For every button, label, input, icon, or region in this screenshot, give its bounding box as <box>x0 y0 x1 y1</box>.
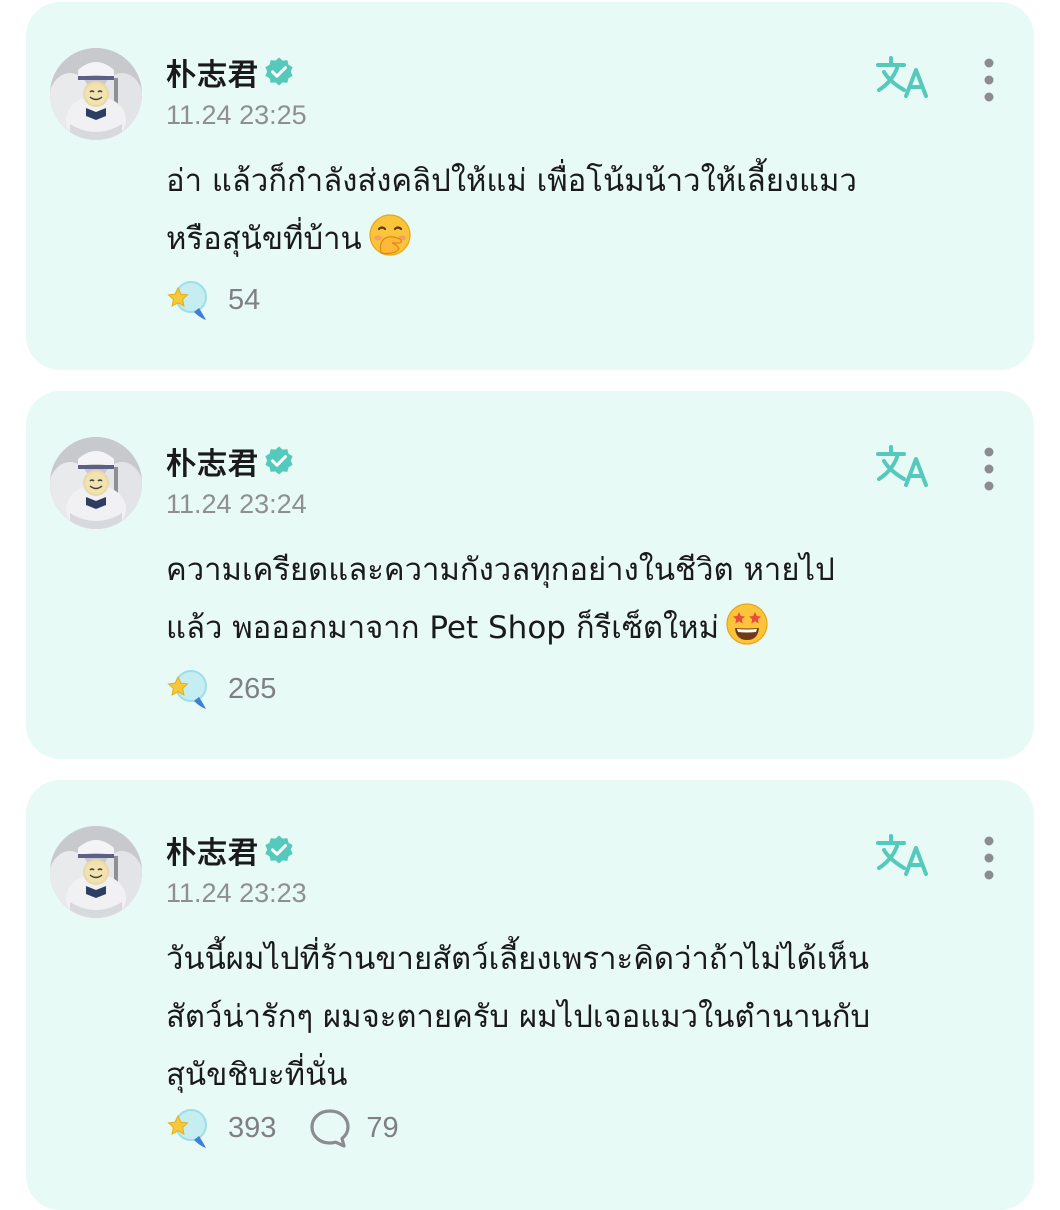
more-vertical-icon <box>976 56 1002 104</box>
post-text-line: วันนี้ผมไปที่ร้านขายสัตว์เลี้ยงเพราะคิดว… <box>166 941 870 977</box>
post-actions: 265 <box>166 667 308 711</box>
comment-bubble-icon <box>308 1106 352 1150</box>
author-name[interactable]: 朴志君 <box>166 828 259 872</box>
author-row: 朴志君 <box>166 828 295 872</box>
author-name[interactable]: 朴志君 <box>166 50 259 94</box>
more-options-button[interactable] <box>976 834 1002 882</box>
author-row: 朴志君 <box>166 50 295 94</box>
post-text: วันนี้ผมไปที่ร้านขายสัตว์เลี้ยงเพราะคิดว… <box>166 930 1016 1104</box>
comment-button[interactable]: 79 <box>308 1106 399 1150</box>
hand-over-mouth-emoji <box>368 213 412 257</box>
like-button[interactable]: 393 <box>166 1106 276 1150</box>
post-timestamp: 11.24 23:24 <box>166 489 307 519</box>
post-feed: 朴志君 11.24 23:25 อ่า แล้วก็กำลังส่งคลิปให… <box>0 0 1060 1210</box>
like-button[interactable]: 54 <box>166 278 260 322</box>
avatar[interactable] <box>50 48 142 140</box>
more-options-button[interactable] <box>976 56 1002 104</box>
comment-count: 79 <box>366 1111 399 1144</box>
verified-badge-icon <box>263 56 295 88</box>
star-bubble-like-icon <box>166 667 210 711</box>
star-struck-emoji <box>725 602 769 646</box>
post-text-line: แล้ว พอออกมาจาก Pet Shop ก็รีเซ็ตใหม่ <box>166 599 1016 657</box>
like-count: 393 <box>228 1111 277 1144</box>
translate-icon <box>874 52 932 102</box>
post-actions: 393 79 <box>166 1106 431 1150</box>
more-vertical-icon <box>976 834 1002 882</box>
translate-button[interactable] <box>874 52 932 102</box>
post-card[interactable]: 朴志君 11.24 23:25 อ่า แล้วก็กำลังส่งคลิปให… <box>26 2 1034 370</box>
post-text-line: สุนัขชิบะที่นั่น <box>166 1057 348 1093</box>
author-name[interactable]: 朴志君 <box>166 439 259 483</box>
post-text: อ่า แล้วก็กำลังส่งคลิปให้แม่ เพื่อโน้มน้… <box>166 152 1016 268</box>
verified-badge-icon <box>263 834 295 866</box>
post-text-line-text: หรือสุนัขที่บ้าน <box>166 221 362 257</box>
post-timestamp: 11.24 23:25 <box>166 100 307 130</box>
post-timestamp: 11.24 23:23 <box>166 878 307 908</box>
avatar[interactable] <box>50 826 142 918</box>
post-text-line: สัตว์น่ารักๆ ผมจะตายครับ ผมไปเจอแมวในตำน… <box>166 999 871 1035</box>
author-row: 朴志君 <box>166 439 295 483</box>
post-text: ความเครียดและความกังวลทุกอย่างในชีวิต หา… <box>166 541 1016 657</box>
post-text-line: อ่า แล้วก็กำลังส่งคลิปให้แม่ เพื่อโน้มน้… <box>166 163 857 199</box>
post-card[interactable]: 朴志君 11.24 23:24 ความเครียดและความกังวลทุ… <box>26 391 1034 759</box>
like-button[interactable]: 265 <box>166 667 276 711</box>
translate-icon <box>874 830 932 880</box>
post-text-line-text: แล้ว พอออกมาจาก Pet Shop ก็รีเซ็ตใหม่ <box>166 610 720 646</box>
translate-button[interactable] <box>874 830 932 880</box>
star-bubble-like-icon <box>166 278 210 322</box>
translate-button[interactable] <box>874 441 932 491</box>
translate-icon <box>874 441 932 491</box>
like-count: 54 <box>228 283 261 316</box>
like-count: 265 <box>228 672 277 705</box>
post-actions: 54 <box>166 278 292 322</box>
avatar[interactable] <box>50 437 142 529</box>
more-vertical-icon <box>976 445 1002 493</box>
star-bubble-like-icon <box>166 1106 210 1150</box>
verified-badge-icon <box>263 445 295 477</box>
more-options-button[interactable] <box>976 445 1002 493</box>
post-text-line: ความเครียดและความกังวลทุกอย่างในชีวิต หา… <box>166 552 835 588</box>
post-text-line: หรือสุนัขที่บ้าน <box>166 210 1016 268</box>
post-card[interactable]: 朴志君 11.24 23:23 วันนี้ผมไปที่ร้านขายสัตว… <box>26 780 1034 1210</box>
